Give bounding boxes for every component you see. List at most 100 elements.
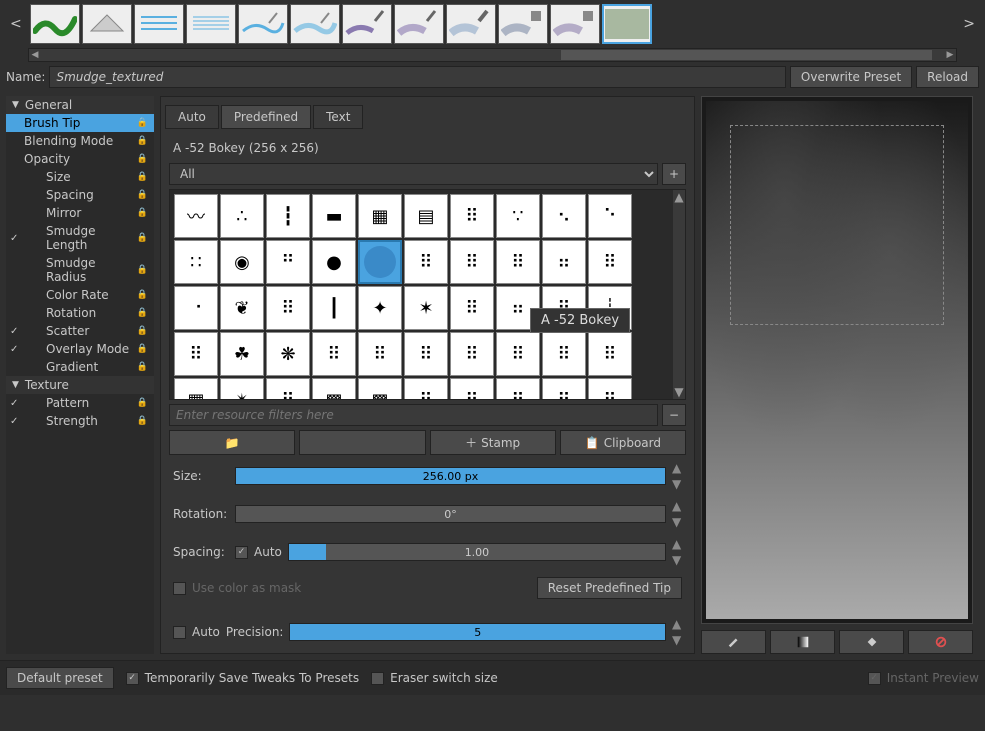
brush-tip-cell[interactable]: ☘ [220, 332, 264, 376]
preset-thumb[interactable] [238, 4, 288, 44]
sidebar-item[interactable]: ✓Strength🔒 [6, 412, 154, 430]
sidebar-item[interactable]: Opacity🔒 [6, 150, 154, 168]
brush-tip-cell[interactable]: ⠿ [450, 194, 494, 238]
precision-auto-checkbox[interactable] [173, 626, 186, 639]
clipboard-button[interactable]: 📋Clipboard [560, 430, 686, 455]
brush-tip-cell[interactable]: ▦ [358, 194, 402, 238]
brush-tip-cell[interactable]: ❋ [266, 332, 310, 376]
brush-tip-cell[interactable]: ▦ [174, 378, 218, 400]
brush-tip-cell[interactable]: ⠿ [404, 240, 448, 284]
tab-predefined[interactable]: Predefined [221, 105, 311, 129]
brush-tip-cell[interactable]: ⠿ [450, 286, 494, 330]
brush-tip-cell[interactable]: ✦ [358, 286, 402, 330]
tab-auto[interactable]: Auto [165, 105, 219, 129]
preset-thumb[interactable] [134, 4, 184, 44]
brush-tip-cell[interactable]: ● [312, 240, 356, 284]
preset-thumb[interactable] [186, 4, 236, 44]
sidebar-item[interactable]: Spacing🔒 [6, 186, 154, 204]
brush-tip-cell[interactable]: ⠶ [496, 286, 540, 330]
preset-thumb[interactable] [602, 4, 652, 44]
precision-slider[interactable]: 5 [289, 623, 666, 641]
preset-next[interactable]: > [959, 16, 979, 32]
brush-tip-cell[interactable]: ⠿ [404, 378, 448, 400]
spacing-spinner[interactable]: ▲▼ [672, 537, 682, 567]
brush-tip-cell[interactable]: ▤ [404, 194, 448, 238]
preset-thumb[interactable] [498, 4, 548, 44]
brush-tip-cell[interactable]: ∴ [220, 194, 264, 238]
tab-text[interactable]: Text [313, 105, 363, 129]
sidebar-item[interactable]: Brush Tip🔒 [6, 114, 154, 132]
size-slider[interactable]: 256.00 px [235, 467, 666, 485]
brush-tip-cell[interactable]: ⠑ [588, 194, 632, 238]
brush-tip-cell[interactable]: ⠿ [542, 286, 586, 330]
brush-tip-cell[interactable]: ⠿ [496, 240, 540, 284]
spacing-slider[interactable]: 1.00 [288, 543, 666, 561]
preset-thumb[interactable] [82, 4, 132, 44]
color-mask-checkbox[interactable] [173, 582, 186, 595]
preset-prev[interactable]: < [6, 16, 26, 32]
brush-tip-cell[interactable]: ▩ [358, 378, 402, 400]
preset-thumb[interactable] [30, 4, 80, 44]
grid-scrollbar[interactable]: ▲ ▼ [673, 190, 685, 399]
sidebar-item[interactable]: ✓Pattern🔒 [6, 394, 154, 412]
brush-tip-cell[interactable]: ⠿ [450, 332, 494, 376]
brush-tip-cell[interactable]: 〰 [174, 194, 218, 238]
brush-tip-cell[interactable]: ⠿ [496, 378, 540, 400]
preset-thumb[interactable] [290, 4, 340, 44]
stamp-button[interactable]: ＋Stamp [430, 430, 556, 455]
brush-tip-cell[interactable]: ⠿ [588, 332, 632, 376]
instant-preview-checkbox[interactable]: ✓ [868, 672, 881, 685]
brush-tip-cell[interactable]: ⠿ [266, 286, 310, 330]
scroll-down-icon[interactable]: ▼ [674, 385, 683, 399]
sidebar-item[interactable]: ✓Smudge Length🔒 [6, 222, 154, 254]
preset-thumb[interactable] [550, 4, 600, 44]
brush-tip-cell[interactable]: ❦ [220, 286, 264, 330]
preset-thumb[interactable] [394, 4, 444, 44]
reset-predefined-button[interactable]: Reset Predefined Tip [537, 577, 682, 599]
reload-button[interactable]: Reload [916, 66, 979, 88]
category-dropdown[interactable]: All [169, 163, 658, 185]
preset-thumb[interactable] [342, 4, 392, 44]
sidebar-item[interactable]: Mirror🔒 [6, 204, 154, 222]
name-input[interactable] [49, 66, 785, 88]
sidebar-item[interactable]: Color Rate🔒 [6, 286, 154, 304]
brush-tip-cell[interactable]: ⠿ [266, 378, 310, 400]
rotation-spinner[interactable]: ▲▼ [672, 499, 682, 529]
preset-scrollbar[interactable]: ◀ ▶ [28, 48, 957, 62]
brush-tip-cell[interactable]: ⠿ [588, 378, 632, 400]
brush-tip-cell[interactable]: ⠿ [588, 240, 632, 284]
sidebar-header-general[interactable]: ▼ General [6, 96, 154, 114]
brush-tip-cell[interactable]: ⠶ [542, 240, 586, 284]
brush-tip-cell[interactable] [358, 240, 402, 284]
brush-tip-cell[interactable]: ▩ [312, 378, 356, 400]
brush-tip-cell[interactable]: ⠿ [450, 378, 494, 400]
brush-tip-cell[interactable]: ▬ [312, 194, 356, 238]
delete-button[interactable] [299, 430, 425, 455]
default-preset-button[interactable]: Default preset [6, 667, 114, 689]
add-tag-button[interactable]: + [662, 163, 686, 185]
spacing-auto-checkbox[interactable]: ✓ [235, 546, 248, 559]
brush-tip-cell[interactable]: ┃ [312, 286, 356, 330]
rotation-slider[interactable]: 0° [235, 505, 666, 523]
sidebar-item[interactable]: Blending Mode🔒 [6, 132, 154, 150]
preview-gradient-button[interactable] [770, 630, 835, 654]
sidebar-header-texture[interactable]: ▼ Texture [6, 376, 154, 394]
preview-fill-button[interactable] [839, 630, 904, 654]
scroll-right-icon[interactable]: ▶ [944, 49, 956, 61]
brush-tip-cell[interactable]: ⠿ [542, 378, 586, 400]
scroll-left-icon[interactable]: ◀ [29, 49, 41, 61]
brush-tip-cell[interactable]: ✶ [404, 286, 448, 330]
filter-input[interactable] [169, 404, 658, 426]
brush-tip-cell[interactable]: ⠿ [496, 332, 540, 376]
preview-clear-button[interactable] [908, 630, 973, 654]
temp-save-checkbox[interactable]: ✓ [126, 672, 139, 685]
overwrite-preset-button[interactable]: Overwrite Preset [790, 66, 912, 88]
brush-tip-cell[interactable]: ◉ [220, 240, 264, 284]
sidebar-item[interactable]: Rotation🔒 [6, 304, 154, 322]
sidebar-item[interactable]: ✓Overlay Mode🔒 [6, 340, 154, 358]
brush-tip-cell[interactable]: ⠿ [542, 332, 586, 376]
scroll-thumb[interactable] [561, 50, 932, 60]
brush-tip-cell[interactable]: ✴ [220, 378, 264, 400]
remove-tag-button[interactable]: − [662, 404, 686, 426]
sidebar-item[interactable]: Size🔒 [6, 168, 154, 186]
